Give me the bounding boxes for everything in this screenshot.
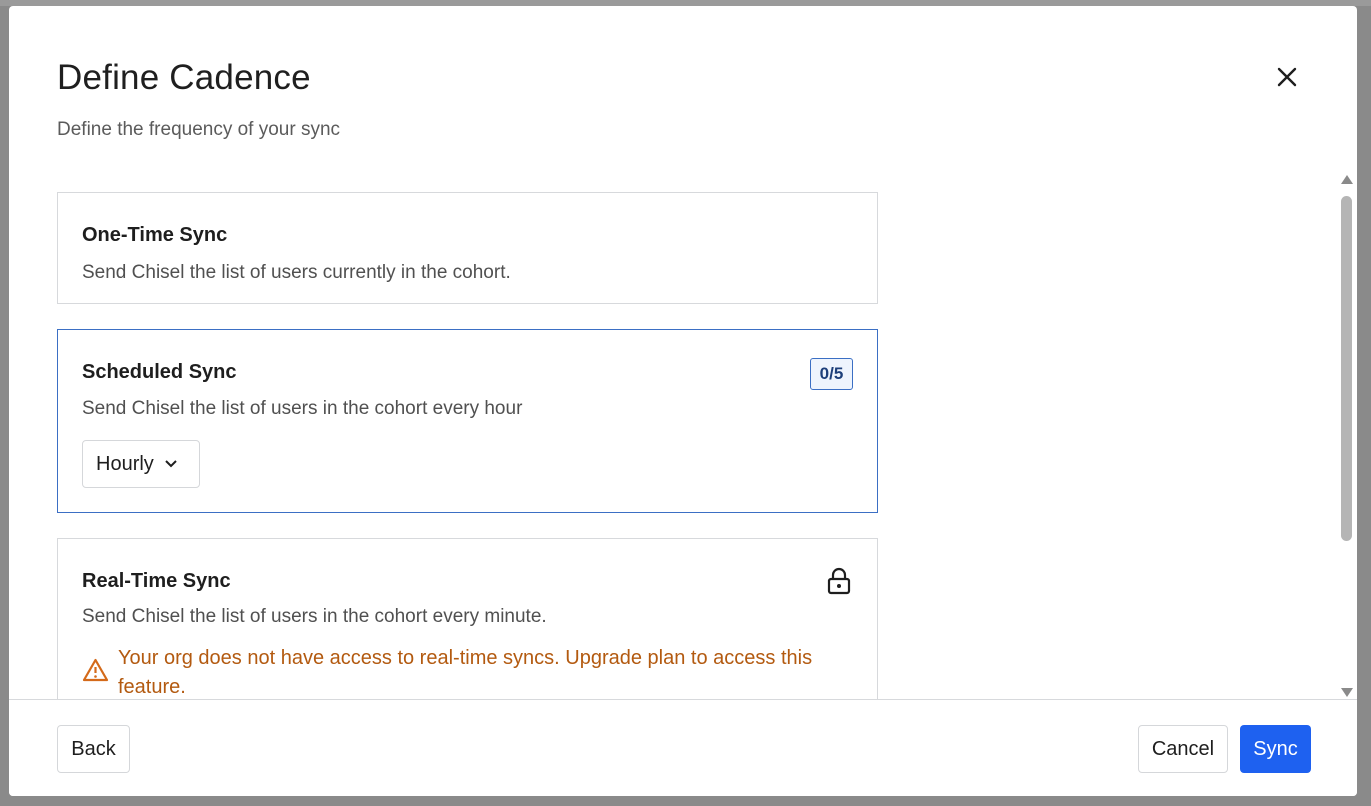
define-cadence-modal: Define Cadence Define the frequency of y…: [9, 6, 1357, 796]
scroll-down-arrow[interactable]: [1341, 688, 1353, 697]
cancel-button[interactable]: Cancel: [1138, 725, 1228, 773]
warning-icon: [82, 644, 110, 699]
lock-icon: [827, 567, 851, 595]
close-icon: [1277, 67, 1297, 87]
warning-text: Your org does not have access to real-ti…: [118, 647, 813, 698]
scroll-up-arrow[interactable]: [1341, 175, 1353, 184]
option-scheduled-sync[interactable]: Scheduled Sync 0/5 Send Chisel the list …: [57, 329, 878, 513]
option-description: Send Chisel the list of users in the coh…: [82, 398, 523, 419]
upgrade-warning: Your org does not have access to real-ti…: [82, 644, 862, 699]
option-description: Send Chisel the list of users in the coh…: [82, 606, 547, 627]
option-title: Scheduled Sync: [82, 361, 237, 383]
options-scroll-area[interactable]: One-Time Sync Send Chisel the list of us…: [9, 171, 1357, 699]
close-button[interactable]: [1272, 62, 1302, 92]
option-title: Real-Time Sync: [82, 570, 231, 592]
frequency-select[interactable]: Hourly: [82, 440, 200, 488]
modal-footer: Back Cancel Sync: [9, 699, 1357, 796]
option-one-time-sync[interactable]: One-Time Sync Send Chisel the list of us…: [57, 192, 878, 304]
scroll-thumb[interactable]: [1341, 196, 1352, 541]
back-button[interactable]: Back: [57, 725, 130, 773]
scrollbar[interactable]: [1338, 172, 1356, 700]
option-real-time-sync[interactable]: Real-Time Sync Send Chisel the list of u…: [57, 538, 878, 699]
chevron-down-icon: [164, 459, 178, 469]
usage-badge: 0/5: [810, 358, 853, 390]
frequency-select-value: Hourly: [96, 452, 154, 475]
option-description: Send Chisel the list of users currently …: [82, 262, 511, 283]
modal-title: Define Cadence: [57, 58, 311, 97]
modal-subtitle: Define the frequency of your sync: [57, 119, 341, 140]
modal-header: Define Cadence: [57, 58, 311, 98]
option-title: One-Time Sync: [82, 224, 228, 246]
sync-button[interactable]: Sync: [1240, 725, 1311, 773]
